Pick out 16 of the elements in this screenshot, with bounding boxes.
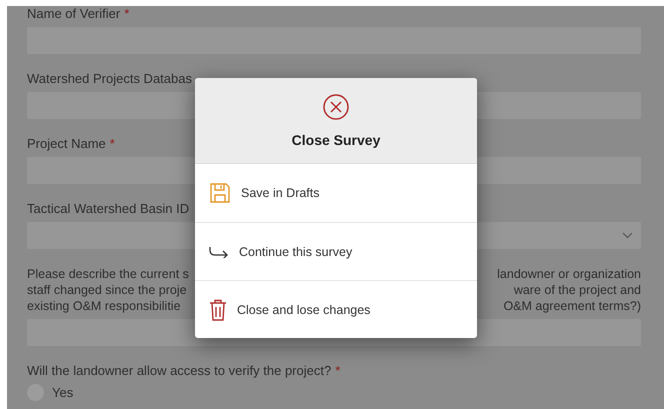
question-text: landowner or organization bbox=[497, 266, 641, 282]
option-label: Yes bbox=[52, 385, 74, 400]
required-asterisk: * bbox=[124, 6, 130, 22]
required-asterisk: * bbox=[335, 363, 340, 379]
field-label: Tactical Watershed Basin ID bbox=[27, 201, 190, 217]
question-text: existing O&M responsibilitie bbox=[27, 298, 181, 314]
field-label: Watershed Projects Databas bbox=[27, 71, 192, 87]
question-text: staff changed since the proje bbox=[27, 282, 187, 298]
field-label: Project Name bbox=[27, 136, 106, 152]
required-asterisk: * bbox=[110, 136, 115, 152]
dialog-title: Close Survey bbox=[292, 132, 380, 148]
question-text: ware of the project and bbox=[514, 282, 641, 298]
field-label: Name of Verifier bbox=[27, 6, 120, 22]
question-text: Please describe the current s bbox=[27, 266, 189, 282]
question-text: O&M agreement terms?) bbox=[503, 298, 641, 314]
question-label: Will the landowner allow access to verify the project? bbox=[27, 363, 332, 379]
